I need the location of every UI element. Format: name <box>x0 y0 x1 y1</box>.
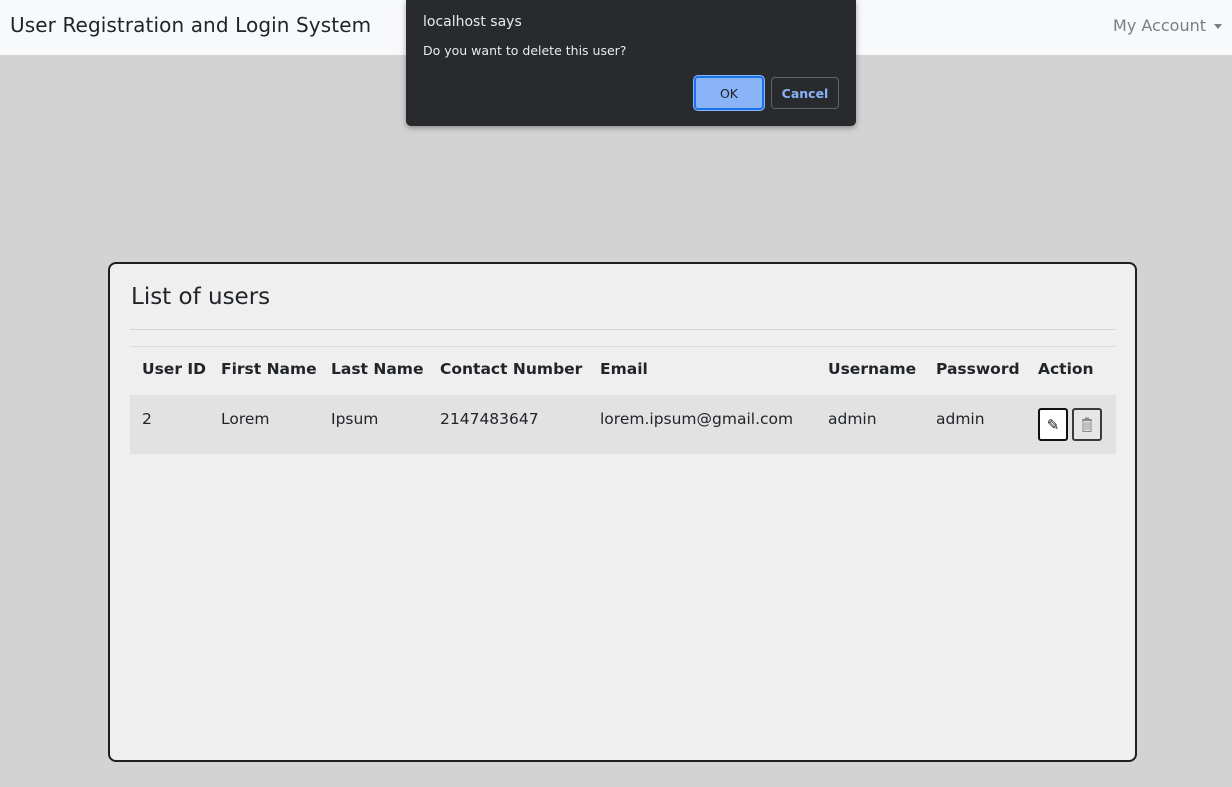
cell-first-name: Lorem <box>221 410 270 428</box>
delete-user-button[interactable] <box>1072 408 1102 441</box>
header-username: Username <box>828 360 917 378</box>
users-card: List of users User ID First Name Last Na… <box>108 262 1137 762</box>
cancel-button[interactable]: Cancel <box>771 77 839 109</box>
my-account-dropdown[interactable]: My Account <box>1113 16 1222 35</box>
header-last-name: Last Name <box>331 360 424 378</box>
table-top-border <box>130 346 1116 347</box>
trash-icon <box>1082 417 1092 432</box>
dialog-title: localhost says <box>423 14 522 30</box>
header-email: Email <box>600 360 648 378</box>
cell-user-id: 2 <box>142 410 152 428</box>
brand-title[interactable]: User Registration and Login System <box>10 13 371 37</box>
table-row: 2 Lorem Ipsum 2147483647 lorem.ipsum@gma… <box>130 395 1116 454</box>
header-user-id: User ID <box>142 360 206 378</box>
header-first-name: First Name <box>221 360 317 378</box>
cell-contact-number: 2147483647 <box>440 410 539 428</box>
cell-password: admin <box>936 410 985 428</box>
cell-last-name: Ipsum <box>331 410 379 428</box>
header-contact-number: Contact Number <box>440 360 583 378</box>
ok-button[interactable]: OK <box>694 76 764 110</box>
cell-username: admin <box>828 410 877 428</box>
pencil-icon: ✎ <box>1046 415 1060 434</box>
edit-user-button[interactable]: ✎ <box>1038 408 1068 441</box>
card-title: List of users <box>131 284 271 310</box>
header-password: Password <box>936 360 1020 378</box>
header-action: Action <box>1038 360 1094 378</box>
confirm-dialog: localhost says Do you want to delete thi… <box>406 0 856 126</box>
divider <box>130 329 1116 330</box>
table-header: User ID First Name Last Name Contact Num… <box>130 349 1116 395</box>
my-account-label: My Account <box>1113 16 1206 35</box>
dialog-message: Do you want to delete this user? <box>423 43 627 58</box>
caret-down-icon <box>1214 24 1222 29</box>
cell-email: lorem.ipsum@gmail.com <box>600 410 794 428</box>
